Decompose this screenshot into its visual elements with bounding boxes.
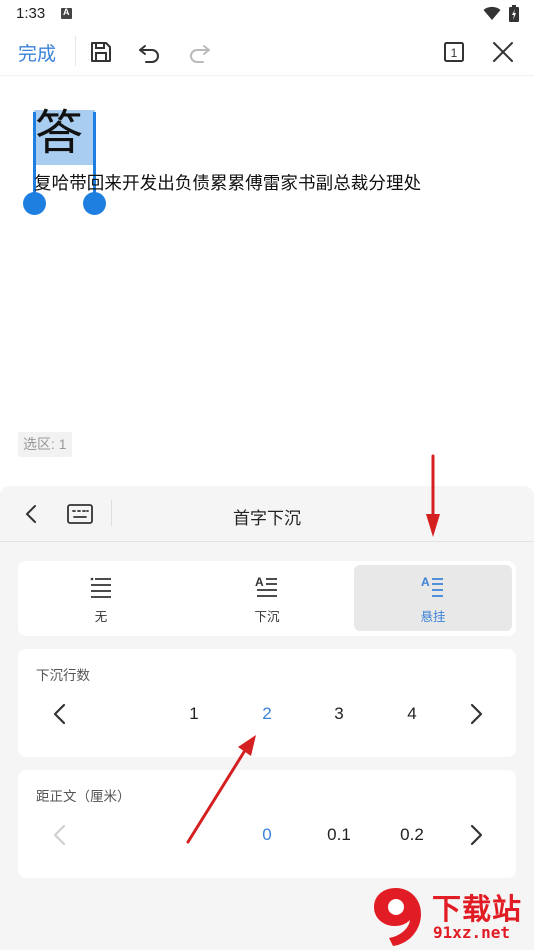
lines-option-2[interactable]: 2 [247,704,287,724]
offset-option-0-2[interactable]: 0.2 [392,825,432,845]
selection-count-label: 选区: 1 [18,432,72,457]
no-dropcap-icon [90,577,111,598]
lines-next-icon[interactable] [464,701,488,727]
top-toolbar: 完成 1 [0,28,534,76]
drop-lines-label: 下沉行数 [36,668,90,683]
toolbar-divider [75,36,76,66]
wifi-icon [483,6,501,20]
redo-icon[interactable] [185,38,213,66]
mode-option-none-label: 无 [94,610,108,624]
mode-option-hanging-label: 悬挂 [420,610,446,624]
save-icon[interactable] [87,38,115,66]
text-offset-label: 距正文（厘米） [36,789,131,804]
dropcap-panel: 首字下沉 无 A 下沉 A 悬挂 下沉行数 1 2 3 4 距正文（厘米） 0 … [0,486,534,950]
offset-option-0[interactable]: 0 [247,825,287,845]
screen: 1:33 完成 1 [0,0,534,950]
panel-header: 首字下沉 [0,486,534,542]
page-count-icon[interactable]: 1 [440,38,468,66]
drop-lines-card: 下沉行数 1 2 3 4 [18,649,516,757]
document-area[interactable]: 答 复哈带回来开发出负债累累傅雷家书副总裁分理处 选区: 1 [0,76,534,476]
mode-option-dropped[interactable]: A 下沉 [188,565,346,631]
svg-text:A: A [255,575,264,589]
watermark-url: 91xz.net [433,923,511,942]
close-icon[interactable] [489,38,517,66]
status-time: 1:33 [16,5,46,22]
lines-option-4[interactable]: 4 [392,704,432,724]
lines-prev-icon[interactable] [48,701,72,727]
lines-option-1[interactable]: 1 [174,704,214,724]
status-bar: 1:33 [0,0,534,28]
mode-option-hanging[interactable]: A 悬挂 [354,565,512,631]
offset-option-0-1[interactable]: 0.1 [319,825,359,845]
selection-end-handle[interactable] [83,192,106,215]
notification-icon [61,7,72,19]
done-button[interactable]: 完成 [18,39,56,66]
mode-option-dropped-label: 下沉 [254,610,280,624]
lines-option-3[interactable]: 3 [319,704,359,724]
mode-option-none[interactable]: 无 [22,565,180,631]
watermark-logo-icon [374,888,421,946]
body-text[interactable]: 复哈带回来开发出负债累累傅雷家书副总裁分理处 [34,170,421,195]
hanging-dropcap-icon: A [421,575,443,597]
offset-prev-icon[interactable] [48,822,72,848]
offset-next-icon[interactable] [464,822,488,848]
panel-title: 首字下沉 [233,509,301,528]
battery-icon [509,5,519,22]
text-offset-card: 距正文（厘米） 0 0.1 0.2 [18,770,516,878]
dropcap-character[interactable]: 答 [35,106,83,162]
selection-start-handle[interactable] [23,192,46,215]
undo-icon[interactable] [136,38,164,66]
watermark-text: 下载站 [432,894,523,926]
dropcap-icon: A [255,575,277,597]
dropcap-mode-selector: 无 A 下沉 A 悬挂 [18,561,516,636]
svg-text:1: 1 [451,46,458,60]
svg-text:A: A [421,575,430,589]
